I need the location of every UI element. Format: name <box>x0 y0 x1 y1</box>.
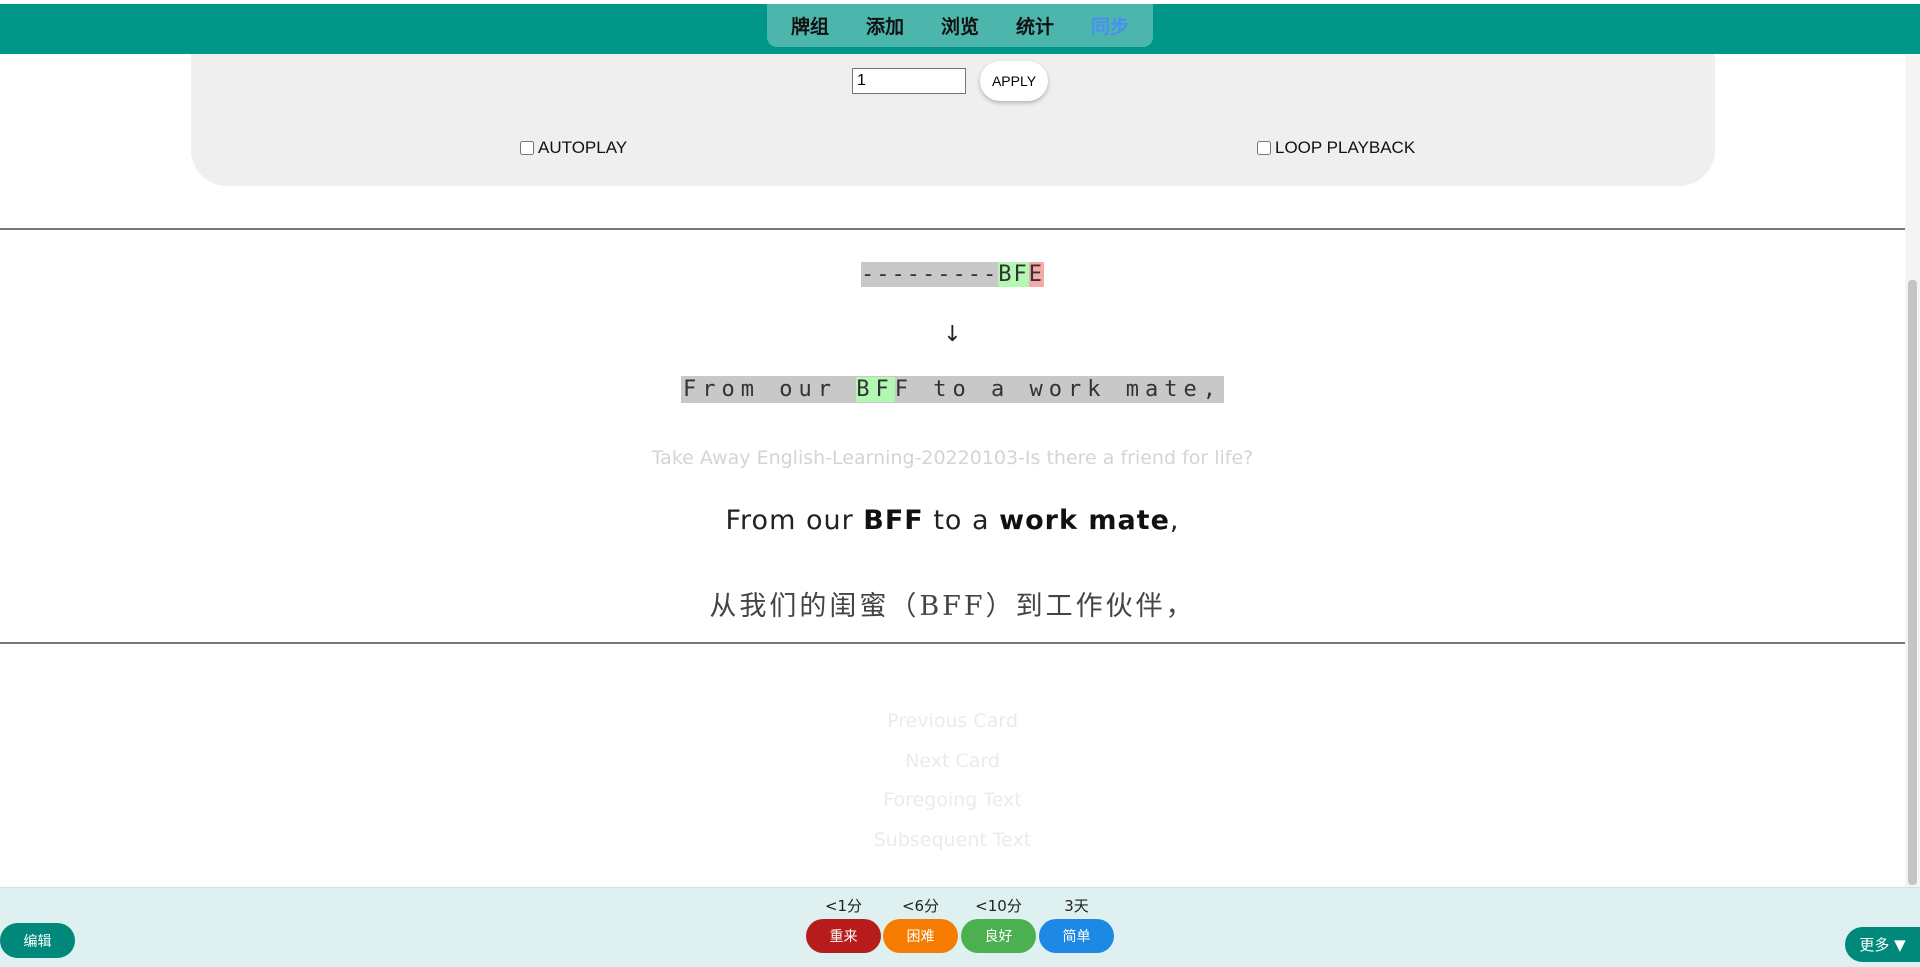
loop-playback-label: LOOP PLAYBACK <box>1275 138 1416 157</box>
answer-easy: 3天 简单 <box>1039 895 1114 953</box>
previous-card-link[interactable]: Previous Card <box>0 710 1905 732</box>
answer-good-interval: <10分 <box>975 897 1022 915</box>
answer-again: <1分 重来 <box>806 895 881 953</box>
compare-arrow: ↓ <box>943 322 962 347</box>
sentence-bold-1: BFF <box>863 505 924 536</box>
card-source: Take Away English-Learning-20220103-Is t… <box>651 447 1254 469</box>
foregoing-text-link[interactable]: Foregoing Text <box>0 789 1905 811</box>
nav-browse[interactable]: 浏览 <box>923 12 998 39</box>
answer-again-interval: <1分 <box>824 897 863 915</box>
divider-top <box>0 228 1905 230</box>
sentence-part-2: to a <box>923 505 1000 536</box>
answer-hard: <6分 困难 <box>883 895 958 953</box>
loop-playback-checkbox[interactable] <box>1257 141 1271 155</box>
sentence-bold-2: work mate <box>999 505 1170 536</box>
typed-wrong: E <box>1028 262 1044 287</box>
apply-button[interactable]: APPLY <box>980 61 1048 101</box>
sentence-part-3: , <box>1169 505 1180 536</box>
expected-match: BF <box>856 377 895 402</box>
expected-answer: From our BFF to a work mate, <box>0 376 1905 403</box>
apply-row: APPLY <box>852 61 1048 101</box>
typed-answer-box: ---------BFE <box>861 262 1044 287</box>
answer-hard-interval: <6分 <box>901 897 940 915</box>
autoplay-checkbox[interactable] <box>520 141 534 155</box>
hard-button[interactable]: 困难 <box>883 919 958 953</box>
answer-easy-interval: 3天 <box>1064 897 1089 915</box>
nav-stats[interactable]: 统计 <box>998 12 1073 39</box>
good-button[interactable]: 良好 <box>961 919 1036 953</box>
subsequent-text-link[interactable]: Subsequent Text <box>0 829 1905 851</box>
nav-add[interactable]: 添加 <box>848 12 923 39</box>
scrollbar-thumb[interactable] <box>1908 280 1917 885</box>
card-translation: 从我们的闺蜜（BFF）到工作伙伴， <box>709 591 1196 622</box>
edit-button[interactable]: 编辑 <box>0 923 75 958</box>
more-button[interactable]: 更多 ▼ <box>1845 927 1920 962</box>
loop-playback-option[interactable]: LOOP PLAYBACK <box>1257 138 1415 158</box>
repeat-count-input[interactable] <box>852 68 966 94</box>
nav-decks[interactable]: 牌组 <box>773 12 848 39</box>
divider-bottom <box>0 642 1905 644</box>
expected-after: F to a work mate, <box>894 377 1222 402</box>
easy-button[interactable]: 简单 <box>1039 919 1114 953</box>
typed-correct: BF <box>998 262 1029 287</box>
sentence-part-1: From our <box>725 505 864 536</box>
expected-answer-box: From our BFF to a work mate, <box>681 376 1224 403</box>
top-nav: 牌组 添加 浏览 统计 同步 <box>767 4 1153 47</box>
typed-answer: ---------BFE <box>0 262 1905 287</box>
nav-sync[interactable]: 同步 <box>1073 12 1148 39</box>
expected-before: From our <box>683 377 857 402</box>
card-sentence: From our BFF to a work mate, <box>0 505 1905 536</box>
typed-missing: --------- <box>861 262 999 287</box>
bottom-bar <box>0 887 1920 967</box>
autoplay-label: AUTOPLAY <box>538 138 628 157</box>
autoplay-option[interactable]: AUTOPLAY <box>520 138 627 158</box>
next-card-link[interactable]: Next Card <box>0 750 1905 772</box>
again-button[interactable]: 重来 <box>806 919 881 953</box>
answer-good: <10分 良好 <box>961 895 1036 953</box>
